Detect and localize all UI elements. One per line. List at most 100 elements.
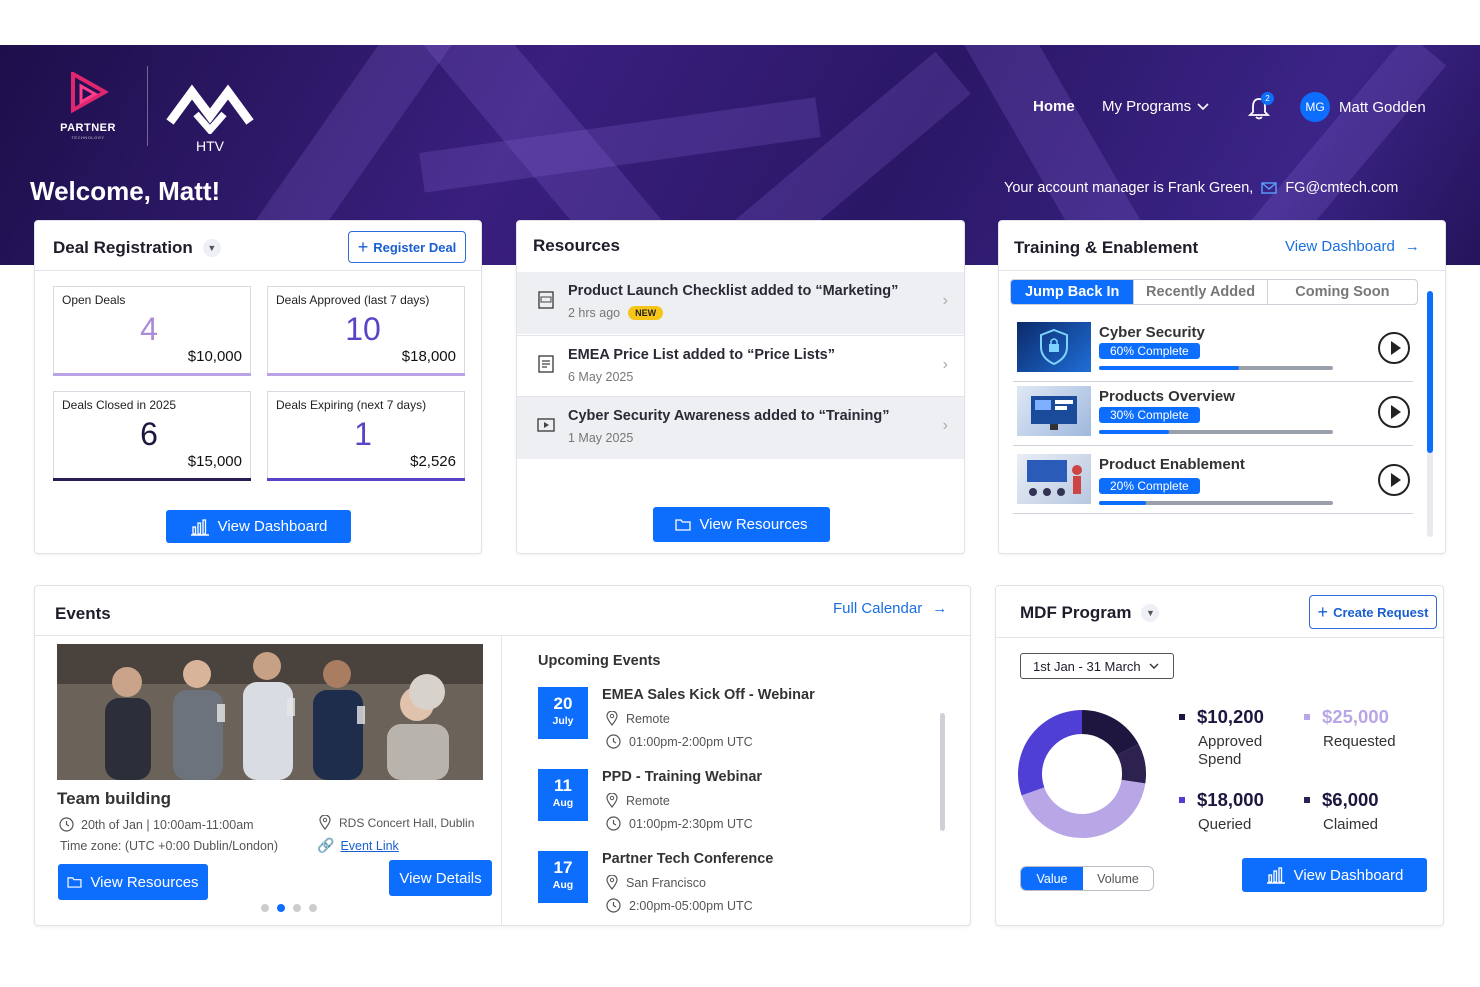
mdf-view-dashboard-button[interactable]: View Dashboard — [1242, 858, 1427, 892]
mdf-title[interactable]: MDF Program ▼ — [1020, 603, 1160, 623]
event-item[interactable]: 11 Aug PPD - Training Webinar Remote 01:0… — [538, 769, 918, 847]
mdf-value: $25,000 — [1304, 706, 1424, 728]
mdf-donut-chart[interactable] — [1012, 704, 1152, 844]
event-item[interactable]: 17 Aug Partner Tech Conference San Franci… — [538, 851, 918, 929]
full-calendar-link[interactable]: Full Calendar → — [833, 600, 947, 617]
htv-logo-mark-icon — [166, 84, 254, 136]
legend-swatch — [1304, 797, 1310, 803]
mdf-label: Queried — [1198, 816, 1252, 833]
notification-button[interactable]: 2 — [1248, 92, 1274, 120]
featured-event-timezone: Time zone: (UTC +0:00 Dublin/London) — [60, 839, 279, 853]
stat-deals-expiring[interactable]: Deals Expiring (next 7 days) 1 $2,526 — [267, 391, 465, 481]
card-divider — [999, 270, 1445, 271]
deal-registration-title[interactable]: Deal Registration ▼ — [53, 238, 221, 258]
deal-registration-card: Deal Registration ▼ + Register Deal Open… — [34, 220, 482, 554]
partner-logo[interactable]: PARTNER TECHNOLOGY — [55, 72, 121, 142]
resource-item[interactable]: Cyber Security Awareness added to “Train… — [517, 397, 964, 459]
training-scrollbar-track[interactable] — [1427, 291, 1433, 537]
legend-swatch — [1179, 797, 1185, 803]
event-time-text: 01:00pm-2:00pm UTC — [629, 734, 753, 749]
course-progress-fill — [1099, 430, 1170, 434]
mdf-view-dashboard-label: View Dashboard — [1293, 866, 1404, 884]
chevron-down-icon: ▼ — [202, 239, 221, 257]
training-view-dashboard-link[interactable]: View Dashboard → — [1285, 238, 1420, 255]
period-select[interactable]: 1st Jan - 31 March — [1020, 653, 1174, 679]
course-progress-label: 30% Complete — [1099, 407, 1200, 423]
events-scrollbar-thumb[interactable] — [940, 713, 945, 831]
document-icon — [538, 355, 554, 373]
resources-card: Resources Product Launch Checklist added… — [516, 220, 965, 554]
welcome-heading: Welcome, Matt! — [30, 176, 221, 206]
chevron-right-icon: › — [942, 292, 948, 309]
partner-logo-sub: TECHNOLOGY — [71, 135, 105, 140]
stat-label: Deals Expiring (next 7 days) — [276, 398, 427, 412]
toggle-volume[interactable]: Volume — [1083, 867, 1153, 890]
full-calendar-label: Full Calendar — [833, 600, 923, 617]
training-scrollbar-thumb[interactable] — [1427, 291, 1433, 453]
course-thumbnail — [1017, 454, 1091, 504]
stat-deals-closed[interactable]: Deals Closed in 2025 6 $15,000 — [53, 391, 251, 481]
featured-event-datetime: 20th of Jan | 10:00am-11:00am — [59, 817, 254, 832]
register-deal-button[interactable]: + Register Deal — [348, 231, 466, 263]
play-icon[interactable] — [1378, 464, 1410, 496]
course-item[interactable]: Product Enablement 20% Complete — [1013, 452, 1413, 514]
featured-event-link[interactable]: 🔗 Event Link — [317, 837, 399, 854]
event-time-text: 01:00pm-2:30pm UTC — [629, 816, 753, 831]
user-menu[interactable]: MG Matt Godden — [1300, 92, 1426, 122]
mdf-value-text: $6,000 — [1322, 789, 1379, 810]
mdf-value-text: $18,000 — [1197, 789, 1264, 810]
featured-event-image[interactable] — [57, 644, 483, 780]
play-icon[interactable] — [1378, 332, 1410, 364]
event-name: PPD - Training Webinar — [602, 769, 763, 785]
play-icon[interactable] — [1378, 396, 1410, 428]
location-pin-icon — [606, 793, 618, 808]
stat-bar — [53, 478, 251, 481]
tab-coming-soon[interactable]: Coming Soon — [1268, 280, 1417, 304]
mdf-card: MDF Program ▼ + Create Request 1st Jan -… — [995, 585, 1444, 926]
tab-jump-back-in[interactable]: Jump Back In — [1011, 280, 1135, 304]
view-resources-button[interactable]: View Resources — [653, 507, 830, 542]
resource-date: 1 May 2025 — [568, 431, 634, 445]
carousel-dots — [257, 904, 321, 912]
course-thumbnail — [1017, 322, 1091, 372]
stat-bar — [267, 478, 465, 481]
donut-slice-approved-spend[interactable] — [1082, 710, 1139, 756]
toggle-value[interactable]: Value — [1021, 867, 1083, 890]
carousel-dot[interactable] — [261, 904, 269, 912]
stat-label: Deals Approved (last 7 days) — [276, 293, 430, 307]
htv-logo[interactable]: HTV — [166, 84, 254, 156]
stat-amount: $18,000 — [401, 348, 456, 365]
carousel-dot-active[interactable] — [277, 904, 285, 912]
nav-my-programs[interactable]: My Programs — [1102, 98, 1209, 115]
resource-item[interactable]: Product Launch Checklist added to “Marke… — [517, 272, 964, 334]
pdf-icon — [538, 291, 554, 309]
stat-open-deals[interactable]: Open Deals 4 $10,000 — [53, 286, 251, 376]
stat-label: Open Deals — [62, 293, 126, 307]
tab-recently-added[interactable]: Recently Added — [1134, 280, 1268, 304]
event-view-resources-button[interactable]: View Resources — [58, 864, 208, 900]
course-item[interactable]: Cyber Security 60% Complete — [1013, 320, 1413, 382]
resource-item[interactable]: EMEA Price List added to “Price Lists” 6… — [517, 335, 964, 397]
mdf-value: $10,200 — [1179, 706, 1299, 728]
event-location-text: San Francisco — [626, 875, 706, 890]
event-location: Remote — [606, 711, 670, 726]
carousel-dot[interactable] — [309, 904, 317, 912]
view-details-button[interactable]: View Details — [389, 860, 492, 896]
stat-deals-approved[interactable]: Deals Approved (last 7 days) 10 $18,000 — [267, 286, 465, 376]
resource-date: 2 hrs ago NEW — [568, 306, 664, 320]
stat-amount: $15,000 — [187, 453, 242, 470]
account-manager-email[interactable]: FG@cmtech.com — [1285, 180, 1398, 196]
create-request-button[interactable]: + Create Request — [1309, 595, 1437, 629]
chart-icon — [190, 518, 209, 536]
event-item[interactable]: 20 July EMEA Sales Kick Off - Webinar Rem… — [538, 687, 918, 765]
course-item[interactable]: Products Overview 30% Complete — [1013, 384, 1413, 446]
events-title: Events — [55, 604, 111, 623]
arrow-right-icon: → — [1404, 238, 1420, 255]
carousel-dot[interactable] — [293, 904, 301, 912]
event-time: 01:00pm-2:00pm UTC — [606, 734, 753, 749]
location-pin-icon — [606, 711, 618, 726]
featured-event-name: Team building — [57, 789, 171, 808]
deal-view-dashboard-button[interactable]: View Dashboard — [166, 510, 351, 543]
nav-home[interactable]: Home — [1033, 98, 1075, 115]
donut-slice-queried[interactable] — [1018, 710, 1082, 796]
